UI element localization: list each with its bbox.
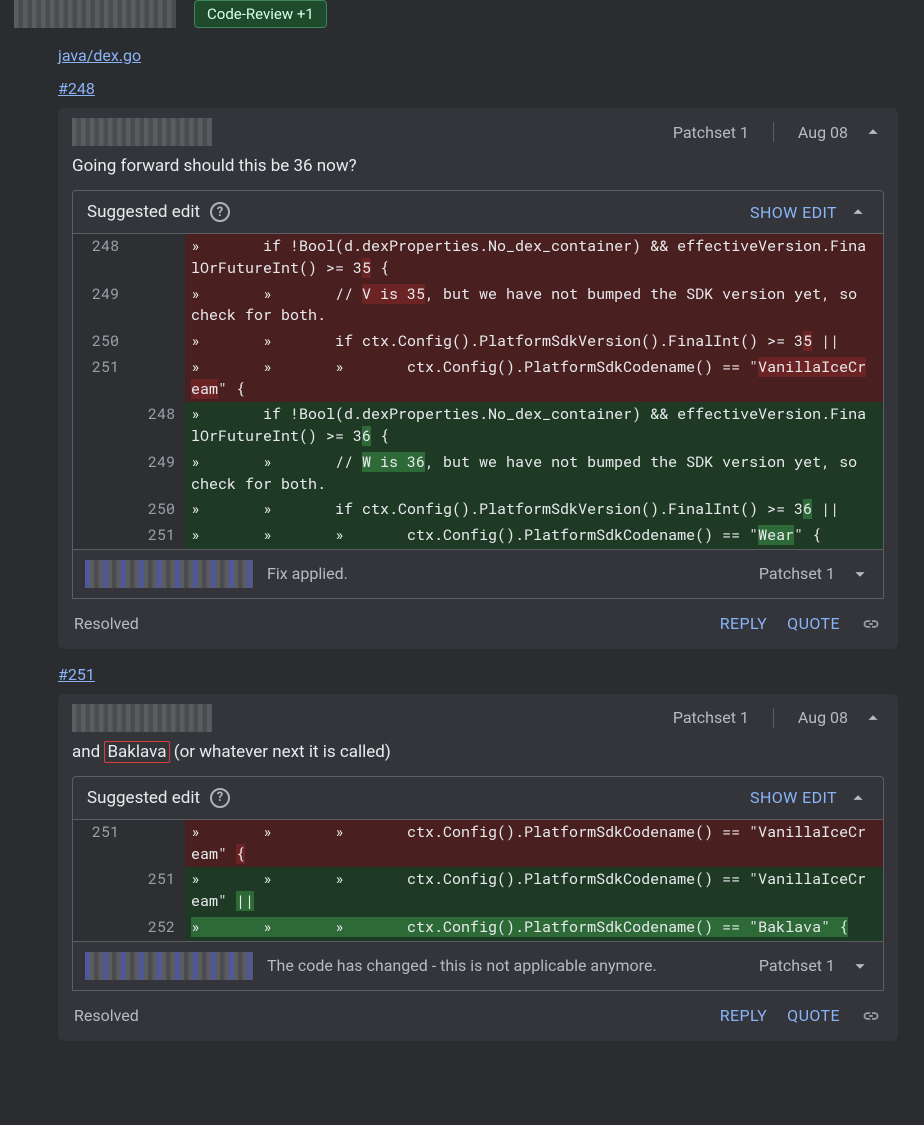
patchset-label: Patchset 1	[673, 123, 749, 142]
suggested-edit-box: Suggested edit ? SHOW EDIT 248» if !Bool…	[72, 190, 884, 550]
reviewer-avatar	[14, 0, 176, 28]
spellcheck-word: Baklava	[104, 741, 169, 763]
help-icon[interactable]: ?	[210, 788, 230, 808]
diff-line-added: 248» if !Bool(d.dexProperties.No_dex_con…	[73, 402, 883, 450]
reply-button[interactable]: REPLY	[720, 1006, 767, 1025]
diff-line-added: 249» » // W is 36, but we have not bumpe…	[73, 450, 883, 498]
chevron-down-icon[interactable]	[849, 563, 871, 585]
help-icon[interactable]: ?	[210, 202, 230, 222]
author-avatar	[72, 118, 212, 146]
diff-line-added: 252» » » ctx.Config().PlatformSdkCodenam…	[73, 915, 883, 941]
suggested-edit-title: Suggested edit	[87, 788, 200, 808]
show-edit-button[interactable]: SHOW EDIT	[750, 203, 837, 222]
diff-line-removed: 249» » // V is 35, but we have not bumpe…	[73, 282, 883, 330]
patchset-label: Patchset 1	[759, 564, 835, 583]
line-anchor-251[interactable]: #251	[58, 665, 95, 684]
resolved-label: Resolved	[74, 1006, 139, 1025]
diff-line-added: 250» » if ctx.Config().PlatformSdkVersio…	[73, 497, 883, 523]
reply-row: The code has changed - this is not appli…	[72, 942, 884, 991]
permalink-icon[interactable]	[860, 613, 882, 635]
suggested-edit-box: Suggested edit ? SHOW EDIT 251» » » ctx.…	[72, 776, 884, 942]
author-avatar	[72, 704, 212, 732]
replier-avatar	[85, 560, 253, 588]
quote-button[interactable]: QUOTE	[787, 1006, 840, 1025]
collapse-icon[interactable]	[862, 707, 884, 729]
diff-view: 251» » » ctx.Config().PlatformSdkCodenam…	[73, 820, 883, 941]
reply-body: Fix applied.	[267, 564, 348, 583]
diff-line-removed: 251» » » ctx.Config().PlatformSdkCodenam…	[73, 820, 883, 868]
comment-date: Aug 08	[798, 123, 848, 142]
diff-line-removed: 251» » » ctx.Config().PlatformSdkCodenam…	[73, 355, 883, 403]
line-anchor-248[interactable]: #248	[58, 79, 95, 98]
chevron-up-icon[interactable]	[847, 787, 869, 809]
diff-line-added: 251» » » ctx.Config().PlatformSdkCodenam…	[73, 867, 883, 915]
reply-body: The code has changed - this is not appli…	[267, 956, 657, 975]
comment-date: Aug 08	[798, 708, 848, 727]
review-score-badge: Code-Review +1	[194, 0, 327, 28]
replier-avatar	[85, 952, 253, 980]
permalink-icon[interactable]	[860, 1005, 882, 1027]
diff-view: 248» if !Bool(d.dexProperties.No_dex_con…	[73, 234, 883, 549]
reply-row: Fix applied. Patchset 1	[72, 550, 884, 599]
show-edit-button[interactable]: SHOW EDIT	[750, 788, 837, 807]
diff-line-added: 251» » » ctx.Config().PlatformSdkCodenam…	[73, 523, 883, 549]
comment-thread: Patchset 1 Aug 08 and Baklava (or whatev…	[58, 694, 898, 1041]
chevron-up-icon[interactable]	[847, 201, 869, 223]
comment-thread: Patchset 1 Aug 08 Going forward should t…	[58, 108, 898, 649]
comment-body: Going forward should this be 36 now?	[58, 152, 898, 190]
collapse-icon[interactable]	[862, 121, 884, 143]
comment-text-pre: and	[72, 742, 104, 762]
resolved-label: Resolved	[74, 614, 139, 633]
comment-text-post: (or whatever next it is called)	[170, 742, 391, 762]
patchset-label: Patchset 1	[759, 956, 835, 975]
reply-button[interactable]: REPLY	[720, 614, 767, 633]
chevron-down-icon[interactable]	[849, 955, 871, 977]
diff-line-removed: 250» » if ctx.Config().PlatformSdkVersio…	[73, 329, 883, 355]
comment-body: and Baklava (or whatever next it is call…	[58, 738, 898, 776]
patchset-label: Patchset 1	[673, 708, 749, 727]
diff-line-removed: 248» if !Bool(d.dexProperties.No_dex_con…	[73, 234, 883, 282]
file-link[interactable]: java/dex.go	[58, 46, 141, 65]
quote-button[interactable]: QUOTE	[787, 614, 840, 633]
suggested-edit-title: Suggested edit	[87, 202, 200, 222]
